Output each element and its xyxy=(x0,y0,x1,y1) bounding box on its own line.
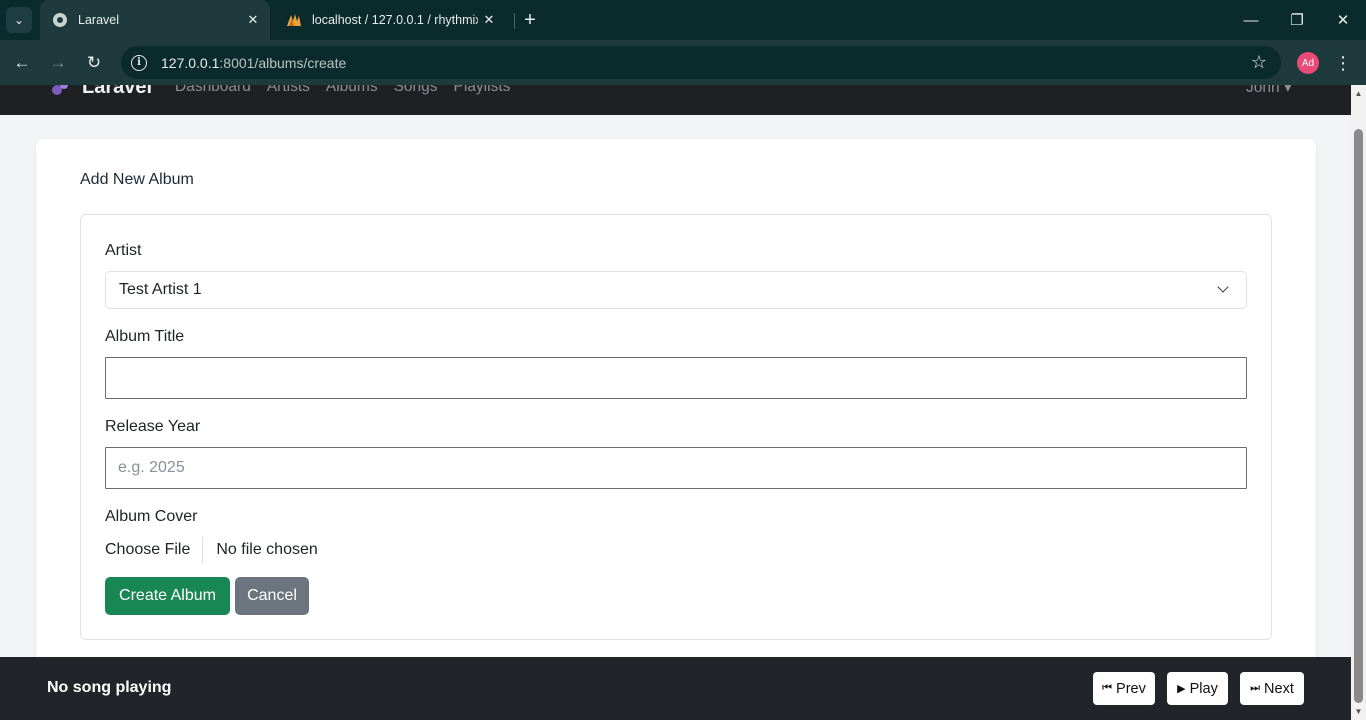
album-cover-file-input[interactable]: Choose File No file chosen xyxy=(105,537,318,563)
bookmark-star-icon[interactable]: ☆ xyxy=(1251,52,1267,73)
play-button[interactable]: ▶ Play xyxy=(1167,672,1228,705)
tab-laravel[interactable]: Laravel ✕ xyxy=(40,0,270,40)
phpmyadmin-icon xyxy=(286,12,302,28)
app-navbar: Laravel Dashboard Artists Albums Songs P… xyxy=(0,85,1351,115)
next-button[interactable]: ⏭ Next xyxy=(1240,672,1304,705)
user-menu[interactable]: John ▾ xyxy=(1246,85,1292,97)
nav-links: Dashboard Artists Albums Songs Playlists xyxy=(175,85,510,96)
chevron-down-icon xyxy=(1216,282,1230,296)
forward-icon[interactable]: → xyxy=(45,50,71,76)
artist-label: Artist xyxy=(105,242,142,259)
close-tab-icon[interactable]: ✕ xyxy=(242,9,264,31)
nav-link-artists[interactable]: Artists xyxy=(267,85,310,96)
album-title-input[interactable] xyxy=(105,357,1247,399)
browser-tab-strip: ⌄ Laravel ✕ localhost / 127.0.0.1 / rhyt… xyxy=(0,0,1366,40)
browser-menu-icon[interactable]: ⋮ xyxy=(1334,51,1352,75)
nav-link-dashboard[interactable]: Dashboard xyxy=(175,85,251,96)
close-window-icon[interactable]: ✕ xyxy=(1320,0,1366,40)
scroll-down-arrow-icon[interactable]: ▼ xyxy=(1354,707,1363,716)
artist-select[interactable]: Test Artist 1 xyxy=(105,271,1247,309)
play-icon: ▶ xyxy=(1177,683,1186,695)
tab-search-icon[interactable]: ⌄ xyxy=(6,7,32,33)
url-text: 127.0.0.1:8001/albums/create xyxy=(161,54,347,71)
artist-selected-value: Test Artist 1 xyxy=(119,281,202,298)
address-bar[interactable]: i 127.0.0.1:8001/albums/create ☆ xyxy=(121,46,1281,79)
create-album-button[interactable]: Create Album xyxy=(105,577,230,615)
profile-avatar[interactable]: Ad xyxy=(1297,52,1319,74)
tab-separator xyxy=(514,13,515,29)
caret-down-icon: ▾ xyxy=(1283,85,1292,96)
page-title: Add New Album xyxy=(80,171,194,188)
brand[interactable]: Laravel xyxy=(52,85,152,99)
release-year-label: Release Year xyxy=(105,418,201,435)
choose-file-button[interactable]: Choose File xyxy=(105,537,204,563)
scroll-up-arrow-icon[interactable]: ▲ xyxy=(1354,89,1363,98)
tab-title: localhost / 127.0.0.1 / rhythmix xyxy=(312,13,478,27)
file-status-text: No file chosen xyxy=(216,541,318,558)
globe-icon xyxy=(52,12,68,28)
prev-button[interactable]: ⏮ Prev xyxy=(1093,672,1155,705)
tab-phpmyadmin[interactable]: localhost / 127.0.0.1 / rhythmix ✕ xyxy=(276,0,506,40)
tab-title: Laravel xyxy=(78,13,119,27)
nav-link-albums[interactable]: Albums xyxy=(326,85,378,96)
back-icon[interactable]: ← xyxy=(9,50,35,76)
now-playing-status: No song playing xyxy=(47,679,172,696)
new-tab-icon[interactable]: + xyxy=(518,8,542,32)
album-title-label: Album Title xyxy=(105,328,185,345)
brand-name: Laravel xyxy=(82,85,153,98)
album-form: Artist Test Artist 1 Album Title Release… xyxy=(80,214,1272,640)
cancel-button[interactable]: Cancel xyxy=(235,577,309,615)
browser-toolbar: ← → ↻ i 127.0.0.1:8001/albums/create ☆ A… xyxy=(0,40,1366,85)
music-player-bar: No song playing ⏮ Prev ▶ Play ⏭ Next xyxy=(0,657,1351,720)
album-cover-label: Album Cover xyxy=(105,508,198,525)
page-scrollbar[interactable]: ▲ ▼ xyxy=(1351,85,1366,720)
skip-back-icon: ⏮ xyxy=(1102,682,1113,694)
laravel-logo-icon xyxy=(52,85,70,97)
skip-forward-icon: ⏭ xyxy=(1250,682,1261,694)
restore-icon[interactable]: ❐ xyxy=(1274,0,1320,40)
reload-icon[interactable]: ↻ xyxy=(81,50,107,76)
album-create-card: Add New Album Artist Test Artist 1 Album… xyxy=(36,139,1316,669)
scrollbar-thumb[interactable] xyxy=(1354,129,1363,703)
minimize-icon[interactable]: — xyxy=(1228,0,1274,40)
release-year-input[interactable] xyxy=(105,447,1247,489)
nav-link-songs[interactable]: Songs xyxy=(394,85,438,96)
nav-link-playlists[interactable]: Playlists xyxy=(454,85,511,96)
close-tab-icon[interactable]: ✕ xyxy=(478,9,500,31)
site-info-icon[interactable]: i xyxy=(131,54,147,71)
